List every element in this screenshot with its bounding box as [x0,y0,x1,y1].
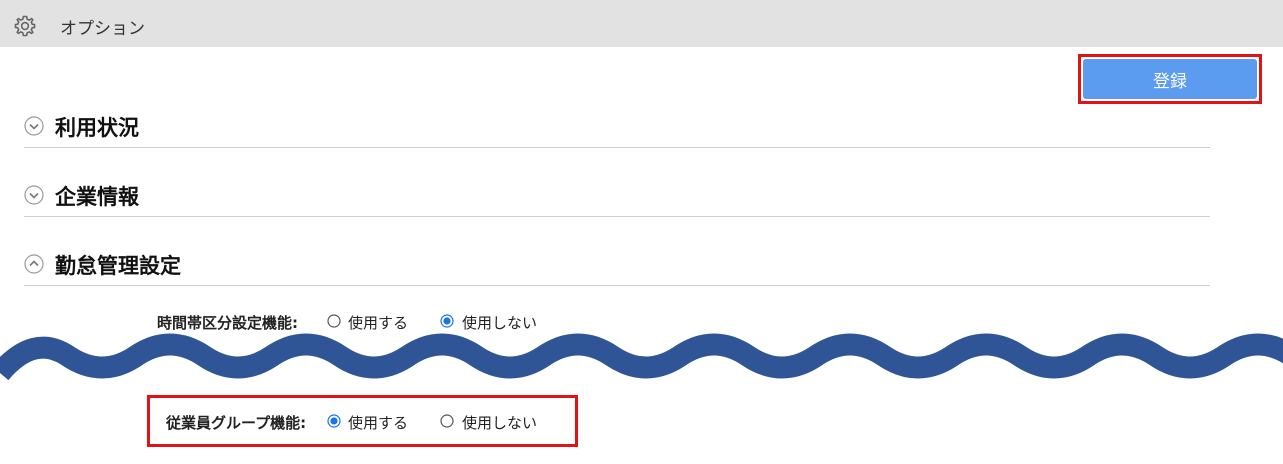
employee-group-not-use-radio[interactable] [440,414,454,428]
employee-group-use-label[interactable]: 使用する [348,412,408,433]
section-company[interactable]: 企業情報 [24,179,1210,217]
title-bar: オプション [0,0,1283,47]
employee-group-label: 従業員グループ機能: [166,414,307,432]
chevron-down-icon[interactable] [24,185,44,205]
employee-group-not-use-label[interactable]: 使用しない [462,412,537,433]
chevron-up-icon[interactable] [24,254,44,274]
chevron-down-icon[interactable] [24,116,44,136]
section-title-usage: 利用状況 [55,116,139,140]
section-title-attendance: 勤怠管理設定 [55,254,181,278]
gear-icon [14,15,36,37]
wave-separator [0,333,1283,381]
employee-group-row: 従業員グループ機能: 使用する 使用しない [0,410,600,434]
section-title-company: 企業情報 [55,185,139,209]
employee-group-use-radio[interactable] [327,414,341,428]
section-usage[interactable]: 利用状況 [24,110,1210,148]
page-title: オプション [60,19,145,39]
save-button[interactable]: 登録 [1083,59,1257,99]
section-attendance[interactable]: 勤怠管理設定 [24,248,1210,286]
